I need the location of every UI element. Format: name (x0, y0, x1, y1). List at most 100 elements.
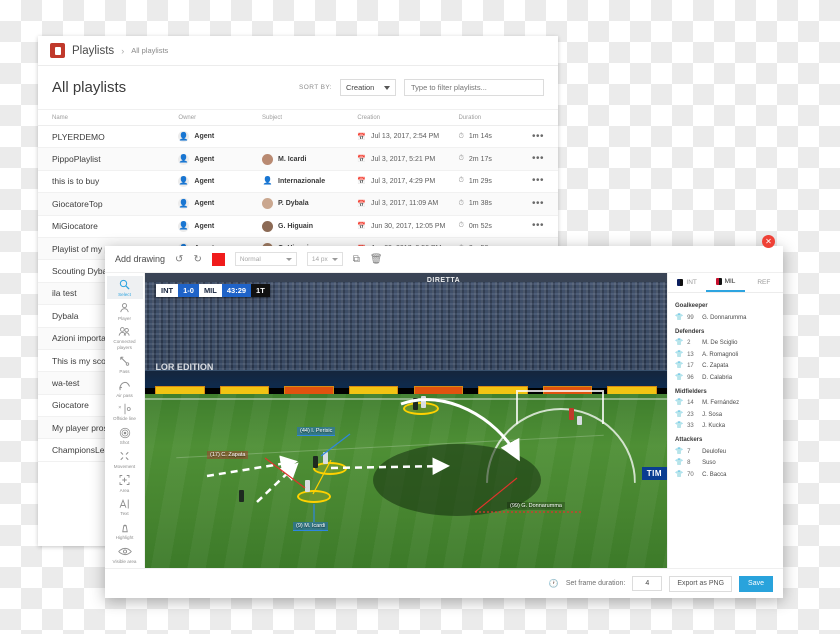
row-menu-button[interactable]: ••• (532, 131, 544, 142)
roster-player-row[interactable]: 👕 70 C. Bacca (675, 469, 776, 481)
player-number: 2 (687, 340, 691, 347)
roster-player-row[interactable]: 👕 23 J. Sosa (675, 409, 776, 421)
player-number: 70 (687, 471, 694, 478)
cell-subject: M. Icardi (278, 155, 307, 163)
roster-player-row[interactable]: 👕 8 Suso (675, 458, 776, 470)
undo-icon[interactable]: ↺ (175, 254, 183, 265)
tool-movement[interactable]: Movement (107, 448, 143, 471)
select-cursor-icon (119, 278, 131, 291)
team-crest-icon (677, 279, 684, 286)
row-menu-button[interactable]: ••• (532, 221, 544, 231)
owner-avatar: 👤 (178, 220, 190, 232)
annotation-label[interactable]: (9) M. Icardi (293, 521, 329, 531)
save-button[interactable]: Save (739, 575, 773, 592)
tool-connected-players[interactable]: Connected players (107, 323, 143, 351)
roster-player-row[interactable]: 👕 13 A. Romagnoli (675, 349, 776, 361)
breadcrumb: Playlists › All playlists (38, 36, 558, 66)
trash-icon[interactable]: 🗑 (370, 254, 383, 265)
clock-icon: ⏱ (458, 222, 464, 230)
calendar-icon: 📅 (357, 156, 367, 164)
roster-tab-label: INT (686, 279, 697, 286)
stadium-ad-text: LOR EDITION (155, 361, 214, 372)
clock-icon: ⏱ (458, 177, 464, 185)
roster-player-row[interactable]: 👕 2 M. De Sciglio (675, 338, 776, 350)
roster-tab-ref[interactable]: REF (745, 273, 783, 292)
eye-icon (117, 545, 132, 558)
chevron-down-icon (285, 257, 292, 261)
breadcrumb-current: All playlists (131, 46, 169, 55)
annotation-label[interactable]: (17) C. Zapata (207, 450, 249, 459)
roster-player-row[interactable]: 👕 96 D. Calabria (675, 372, 776, 384)
redo-icon[interactable]: ↻ (193, 254, 201, 265)
tool-label: Highlight (115, 535, 134, 541)
table-row[interactable]: GiocatoreTop 👤 Agent P. Dybala 📅 Jul 3, 2017,… (38, 193, 558, 216)
player-name: C. Bacca (702, 471, 727, 478)
roster-group-title: Midfielders (675, 388, 707, 395)
tool-label: Offside line (113, 416, 136, 422)
tool-pass[interactable]: Pass (107, 353, 143, 376)
clock-icon: 🕐 (548, 579, 559, 588)
tool-area[interactable]: Area (107, 472, 143, 495)
annotation-label[interactable]: (44) I. Perisic (297, 426, 336, 436)
tool-offside-line[interactable]: × Offside line (107, 400, 143, 423)
tool-select[interactable]: Select (106, 276, 143, 299)
tool-visible-area[interactable]: Visible area (107, 543, 143, 566)
video-canvas[interactable]: DIRETTA LOR EDITION TIM (44) I. Perisic … (145, 273, 667, 568)
calendar-icon: 📅 (357, 223, 367, 231)
row-menu-button[interactable]: ••• (532, 198, 544, 209)
tool-text[interactable]: Text (107, 495, 143, 518)
roster-player-row[interactable]: 👕 17 C. Zapata (675, 361, 776, 373)
copy-icon[interactable]: ⧉ (353, 254, 360, 265)
tool-label: Player (117, 315, 132, 321)
clock-icon: ⏱ (458, 199, 464, 207)
color-swatch[interactable] (211, 252, 225, 266)
clock-icon: ⏱ (458, 132, 464, 140)
row-menu-button[interactable]: ••• (532, 154, 544, 164)
table-row[interactable]: PLYERDEMO 👤 Agent 📅 Jul 13, 2017, 2:54 PM ⏱ 1m… (38, 126, 558, 149)
tool-label: Movement (113, 463, 136, 469)
tool-player[interactable]: Player (107, 300, 143, 323)
table-row[interactable]: MiGiocatore 👤 Agent G. Higuain 📅 Jun 30, 2017… (38, 216, 558, 238)
tool-air-pass[interactable]: Air pass (107, 377, 143, 400)
row-menu-button[interactable]: ••• (532, 176, 544, 186)
svg-text:×: × (118, 405, 121, 411)
font-size-select[interactable]: 14 px (306, 252, 343, 266)
breadcrumb-root[interactable]: Playlists (72, 45, 114, 57)
export-png-button[interactable]: Export as PNG (669, 575, 733, 592)
close-icon[interactable]: ✕ (762, 235, 775, 248)
player-name: D. Calabria (702, 374, 733, 381)
table-body: PLYERDEMO 👤 Agent 📅 Jul 13, 2017, 2:54 PM ⏱ 1m… (38, 126, 558, 261)
frame-duration-input[interactable] (632, 576, 663, 591)
table-row[interactable]: this is to buy 👤 Agent 👤 Internazionale 📅 Jul … (38, 171, 558, 194)
roster-player-row[interactable]: 👕 14 M. Fernández (675, 398, 776, 410)
roster-player-row[interactable]: 👕 99 G. Donnarumma (675, 312, 776, 324)
pass-arrow-icon (118, 355, 131, 368)
chevron-down-icon (384, 85, 390, 90)
filter-playlists-input[interactable] (404, 79, 544, 96)
tool-shot[interactable]: Shot (107, 424, 143, 447)
calendar-icon: 📅 (357, 133, 367, 141)
line-style-value: Normal (239, 255, 261, 263)
cell-duration: 1m 38s (468, 200, 492, 208)
scoreboard-score: 1-0 (178, 284, 199, 297)
roster-tab-mil[interactable]: MIL (706, 273, 745, 292)
shirt-icon: 👕 (675, 447, 684, 455)
roster-player-row[interactable]: 👕 7 Deulofeu (675, 446, 776, 458)
player-number: 13 (687, 351, 694, 358)
line-style-select[interactable]: Normal (234, 252, 297, 266)
team-crest-icon (715, 278, 722, 285)
shirt-icon: 👕 (675, 470, 684, 478)
roster-tab-int[interactable]: INT (668, 273, 706, 292)
table-row[interactable]: PippoPlaylist 👤 Agent M. Icardi 📅 Jul 3, 2017… (38, 148, 558, 171)
area-icon (118, 474, 131, 487)
cell-subject: G. Higuain (278, 222, 314, 230)
roster-player-row[interactable]: 👕 33 J. Kucka (675, 421, 776, 433)
annotation-label[interactable]: (99) G. Donnarumma (507, 501, 565, 510)
header-controls: SORT BY: Creation (299, 79, 544, 96)
drawing-tool-rail: Select Player Connected players Pass Air pas… (105, 273, 145, 568)
cell-creation: Jul 3, 2017, 5:21 PM (371, 155, 436, 163)
tool-highlight[interactable]: Highlight (107, 519, 143, 542)
cell-creation: Jul 3, 2017, 11:09 AM (371, 200, 439, 208)
player-number: 23 (687, 411, 694, 418)
sort-by-select[interactable]: Creation (340, 79, 396, 96)
